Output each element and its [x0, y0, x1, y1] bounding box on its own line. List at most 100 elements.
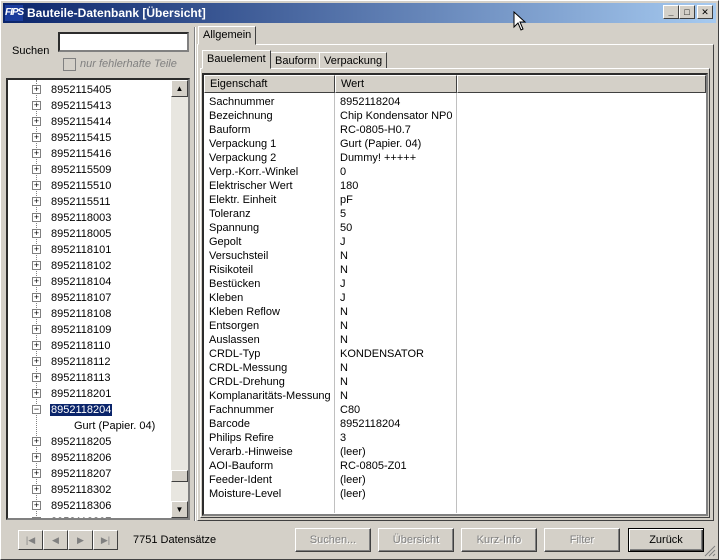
- expand-icon[interactable]: +: [32, 180, 41, 190]
- property-value-cell[interactable]: Chip Kondensator NP0: [335, 109, 457, 123]
- expand-icon[interactable]: +: [32, 324, 41, 334]
- table-row[interactable]: Fachnummer C80: [204, 403, 706, 417]
- property-value-cell[interactable]: Gurt (Papier. 04): [335, 137, 457, 151]
- tree-item[interactable]: +8952115509: [32, 162, 112, 178]
- table-row[interactable]: Entsorgen N: [204, 319, 706, 333]
- tree-item[interactable]: +8952118109: [32, 322, 112, 338]
- table-row[interactable]: Kleben J: [204, 291, 706, 305]
- table-row[interactable]: Bauform RC-0805-H0.7: [204, 123, 706, 137]
- property-value-cell[interactable]: N: [335, 333, 457, 347]
- tree-item[interactable]: +8952115415: [32, 130, 112, 146]
- table-row[interactable]: CRDL-Messung N: [204, 361, 706, 375]
- column-header-value[interactable]: Wert: [335, 75, 457, 93]
- property-value-cell[interactable]: J: [335, 291, 457, 305]
- property-value-cell[interactable]: J: [335, 235, 457, 249]
- first-record-button[interactable]: |◀: [18, 530, 43, 550]
- expand-icon[interactable]: +: [32, 100, 41, 110]
- panel-splitter[interactable]: [194, 27, 196, 521]
- expand-icon[interactable]: +: [32, 388, 41, 398]
- tree-item[interactable]: +8952118104: [32, 274, 112, 290]
- tree-item[interactable]: +8952118306: [32, 498, 112, 514]
- faulty-only-checkbox[interactable]: [63, 58, 76, 71]
- tab-allgemein[interactable]: Allgemein: [198, 26, 257, 45]
- expand-icon[interactable]: +: [32, 84, 41, 94]
- tree-item[interactable]: +8952115405: [32, 82, 112, 98]
- property-value-cell[interactable]: Dummy! +++++: [335, 151, 457, 165]
- table-row[interactable]: Komplanaritäts-Messung N: [204, 389, 706, 403]
- maximize-button[interactable]: □: [679, 5, 695, 19]
- property-value-cell[interactable]: pF: [335, 193, 457, 207]
- tree-item[interactable]: +8952118205: [32, 434, 112, 450]
- expand-icon[interactable]: +: [32, 356, 41, 366]
- tab-verpackung[interactable]: Verpackung: [319, 52, 388, 69]
- property-value-cell[interactable]: 5: [335, 207, 457, 221]
- tab-bauelement[interactable]: Bauelement: [202, 50, 271, 69]
- property-value-cell[interactable]: C80: [335, 403, 457, 417]
- parts-tree[interactable]: +8952115405 +8952115413 +8952115414 +895211…: [6, 78, 190, 520]
- table-row[interactable]: Bezeichnung Chip Kondensator NP0: [204, 109, 706, 123]
- property-value-cell[interactable]: (leer): [335, 445, 457, 459]
- property-value-cell[interactable]: N: [335, 389, 457, 403]
- property-grid[interactable]: Eigenschaft Wert Sachnummer 8952118204 Bez…: [202, 73, 708, 516]
- back-button[interactable]: Zurück: [628, 528, 704, 552]
- tree-item[interactable]: +8952118005: [32, 226, 112, 242]
- next-record-button[interactable]: ▶: [68, 530, 93, 550]
- property-value-cell[interactable]: J: [335, 277, 457, 291]
- expand-icon[interactable]: +: [32, 228, 41, 238]
- expand-icon[interactable]: +: [32, 500, 41, 510]
- expand-icon[interactable]: +: [32, 436, 41, 446]
- expand-icon[interactable]: +: [32, 484, 41, 494]
- table-row[interactable]: Elektrischer Wert 180: [204, 179, 706, 193]
- tree-item[interactable]: +8952115511: [32, 194, 112, 210]
- property-value-cell[interactable]: (leer): [335, 473, 457, 487]
- property-value-cell[interactable]: KONDENSATOR: [335, 347, 457, 361]
- tree-item[interactable]: +8952118108: [32, 306, 112, 322]
- expand-icon[interactable]: +: [32, 260, 41, 270]
- tree-item[interactable]: +8952118113: [32, 370, 112, 386]
- overview-button[interactable]: Übersicht: [378, 528, 454, 552]
- property-value-cell[interactable]: 50: [335, 221, 457, 235]
- tree-item[interactable]: +8952118201: [32, 386, 112, 402]
- property-value-cell[interactable]: N: [335, 361, 457, 375]
- title-bar[interactable]: FIPS Bauteile-Datenbank [Übersicht] _ □ …: [3, 3, 716, 23]
- table-row[interactable]: Philips Refire 3: [204, 431, 706, 445]
- minimize-button[interactable]: _: [663, 5, 679, 19]
- tree-item[interactable]: +8952115413: [32, 98, 112, 114]
- expand-icon[interactable]: +: [32, 468, 41, 478]
- table-row[interactable]: CRDL-Typ KONDENSATOR: [204, 347, 706, 361]
- expand-icon[interactable]: +: [32, 132, 41, 142]
- table-row[interactable]: Moisture-Level (leer): [204, 487, 706, 501]
- table-row[interactable]: Toleranz 5: [204, 207, 706, 221]
- property-value-cell[interactable]: N: [335, 249, 457, 263]
- collapse-icon[interactable]: −: [32, 404, 41, 414]
- tree-item[interactable]: +8952118110: [32, 338, 112, 354]
- table-row[interactable]: Verarb.-Hinweise (leer): [204, 445, 706, 459]
- expand-icon[interactable]: +: [32, 452, 41, 462]
- tree-item[interactable]: +8952118102: [32, 258, 112, 274]
- expand-icon[interactable]: +: [32, 212, 41, 222]
- expand-icon[interactable]: +: [32, 516, 41, 518]
- expand-icon[interactable]: +: [32, 276, 41, 286]
- tree-item[interactable]: +8952118307: [32, 514, 112, 518]
- property-value-cell[interactable]: 180: [335, 179, 457, 193]
- expand-icon[interactable]: +: [32, 372, 41, 382]
- close-button[interactable]: ✕: [697, 5, 713, 19]
- tree-scrollbar[interactable]: ▲ ▼: [171, 80, 188, 518]
- tree-item[interactable]: +8952118207: [32, 466, 112, 482]
- table-row[interactable]: Verpackung 2 Dummy! +++++: [204, 151, 706, 165]
- tree-item[interactable]: +8952118112: [32, 354, 112, 370]
- property-value-cell[interactable]: N: [335, 375, 457, 389]
- expand-icon[interactable]: +: [32, 148, 41, 158]
- search-input[interactable]: [58, 32, 189, 52]
- table-row[interactable]: CRDL-Drehung N: [204, 375, 706, 389]
- expand-icon[interactable]: +: [32, 308, 41, 318]
- search-button[interactable]: Suchen...: [295, 528, 371, 552]
- scroll-thumb[interactable]: [171, 470, 188, 482]
- scroll-down-button[interactable]: ▼: [171, 501, 188, 518]
- property-value-cell[interactable]: 0: [335, 165, 457, 179]
- table-row[interactable]: Spannung 50: [204, 221, 706, 235]
- tree-item[interactable]: +8952118302: [32, 482, 112, 498]
- property-value-cell[interactable]: RC-0805-Z01: [335, 459, 457, 473]
- expand-icon[interactable]: +: [32, 340, 41, 350]
- table-row[interactable]: Barcode 8952118204: [204, 417, 706, 431]
